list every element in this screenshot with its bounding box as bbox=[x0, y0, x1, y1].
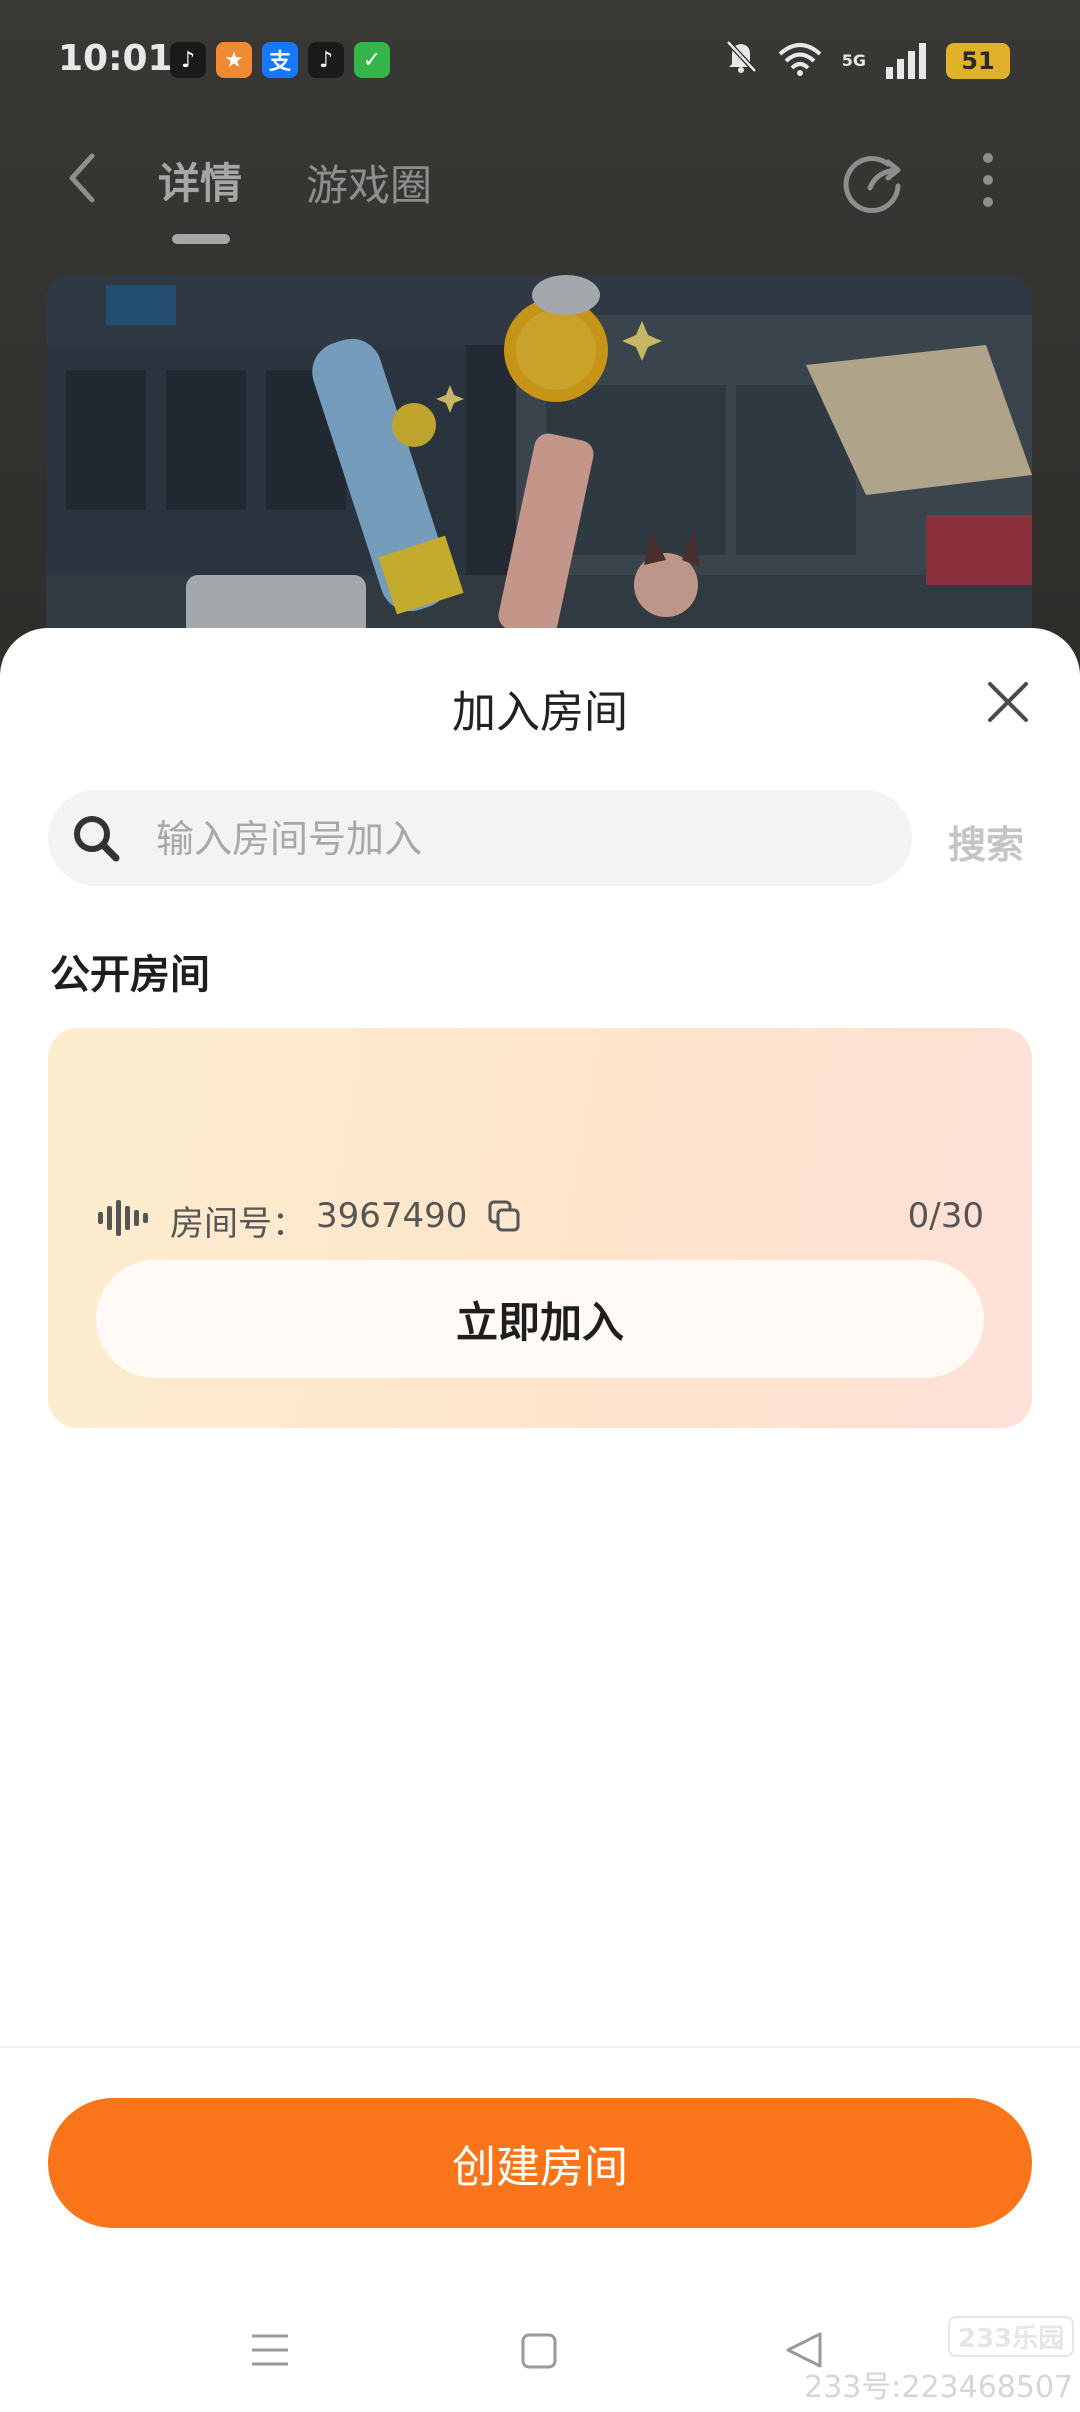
detail-nav-bar: 详情 游戏圈 bbox=[0, 130, 1080, 244]
background-page: 10:01 ♪ ★ 支 ♪ ✓ 5G 51 详情 游戏圈 bbox=[0, 0, 1080, 700]
tab-game-circle[interactable]: 游戏圈 bbox=[306, 152, 432, 213]
back-arrow-icon[interactable] bbox=[66, 152, 96, 208]
status-bar: 10:01 ♪ ★ 支 ♪ ✓ 5G 51 bbox=[0, 0, 1080, 120]
voice-wave-icon bbox=[96, 1198, 148, 1242]
shield-app-icon: ✓ bbox=[354, 42, 390, 78]
battery-indicator: 51 bbox=[946, 42, 1010, 79]
close-icon[interactable] bbox=[984, 678, 1032, 730]
watermark-logo: 233乐园 bbox=[948, 2316, 1075, 2357]
public-rooms-heading: 公开房间 bbox=[50, 952, 210, 998]
share-icon[interactable] bbox=[842, 150, 906, 218]
search-icon bbox=[70, 812, 122, 868]
watermark-text: 233号:223468507 bbox=[804, 2370, 1074, 2405]
room-search-box bbox=[48, 790, 912, 886]
join-now-button[interactable]: 立即加入 bbox=[96, 1260, 984, 1378]
signal-icon bbox=[886, 42, 926, 79]
create-room-button[interactable]: 创建房间 bbox=[48, 2098, 1032, 2228]
wifi-icon bbox=[778, 42, 822, 80]
status-time: 10:01 bbox=[58, 38, 173, 79]
tab-active-indicator bbox=[172, 234, 230, 244]
room-number-label: 房间号： bbox=[170, 1204, 306, 1244]
game-app-icon: ★ bbox=[216, 42, 252, 78]
alipay-icon: 支 bbox=[262, 42, 298, 78]
douyin-icon-2: ♪ bbox=[308, 42, 344, 78]
mute-bell-icon bbox=[724, 38, 758, 83]
room-number-input[interactable] bbox=[154, 804, 878, 874]
search-button[interactable]: 搜索 bbox=[948, 814, 1024, 869]
bottom-divider bbox=[0, 2046, 1080, 2048]
sheet-title: 加入房间 bbox=[452, 687, 628, 738]
status-indicators: 5G 51 bbox=[724, 38, 1010, 83]
room-card: 房间号： 3967490 0/30 立即加入 bbox=[48, 1028, 1032, 1428]
tab-detail[interactable]: 详情 bbox=[158, 150, 242, 211]
copy-icon[interactable] bbox=[486, 1198, 522, 1238]
notification-app-icons: ♪ ★ 支 ♪ ✓ bbox=[170, 42, 390, 78]
network-label: 5G bbox=[841, 51, 866, 70]
join-room-sheet: 加入房间 搜索 公开房间 房间号： 396 bbox=[0, 628, 1080, 2412]
home-square-icon[interactable] bbox=[520, 2332, 558, 2374]
room-number-value: 3967490 bbox=[316, 1196, 468, 1236]
room-player-count: 0/30 bbox=[907, 1196, 984, 1236]
menu-icon[interactable] bbox=[250, 2330, 290, 2374]
more-vertical-icon[interactable] bbox=[980, 150, 996, 214]
douyin-icon: ♪ bbox=[170, 42, 206, 78]
